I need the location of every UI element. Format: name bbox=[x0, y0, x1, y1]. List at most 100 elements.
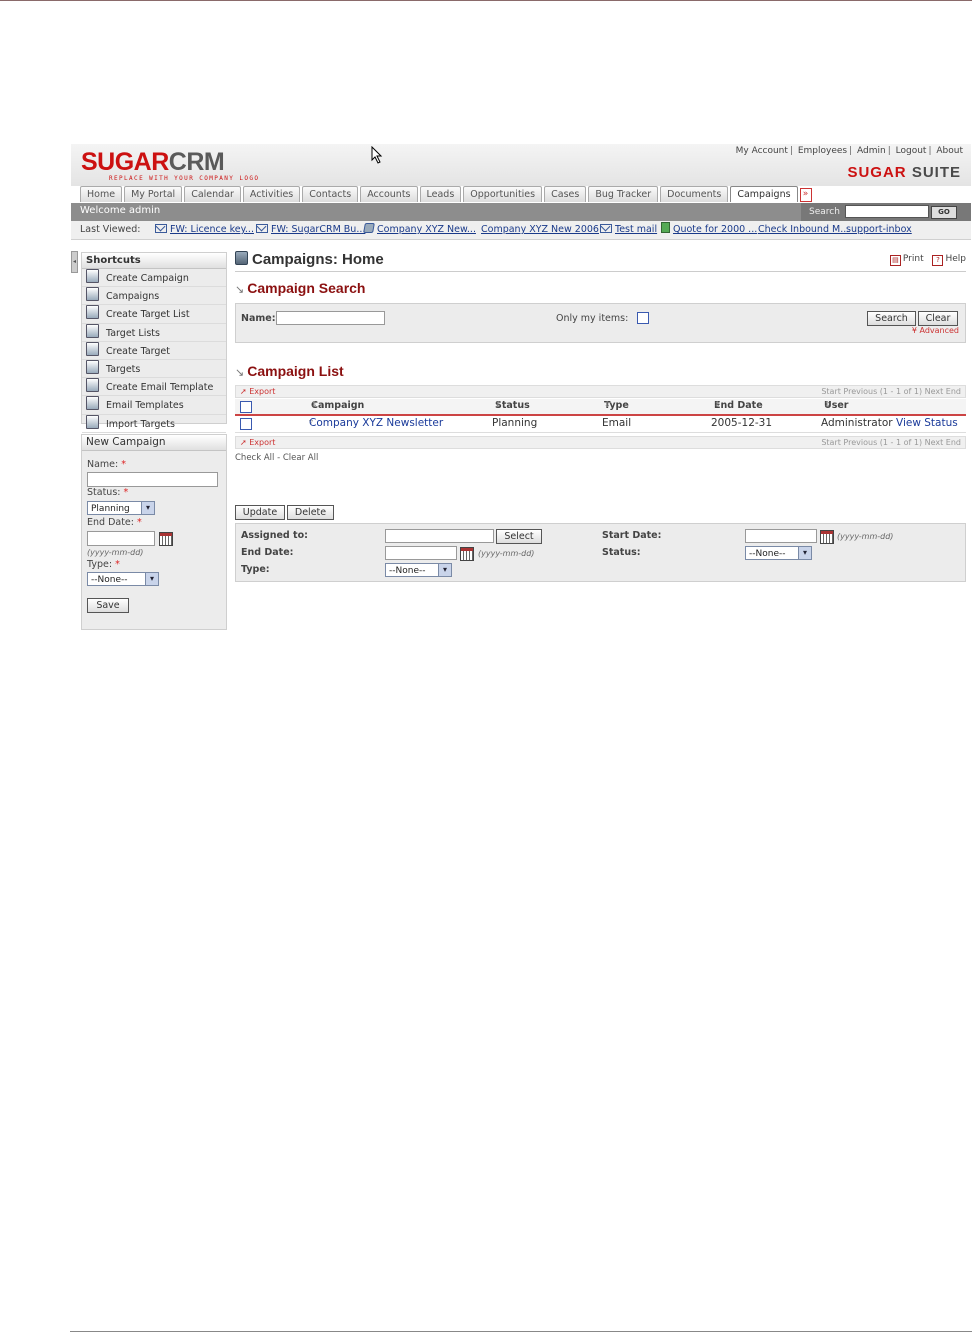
targets-icon bbox=[86, 359, 99, 374]
shortcut-create-target[interactable]: Create Target bbox=[82, 341, 226, 360]
new-campaign-status-select[interactable]: Planning ▾ bbox=[87, 501, 155, 515]
last-viewed-item[interactable]: Company XYZ New 2006 bbox=[481, 221, 599, 239]
assigned-to-input[interactable] bbox=[385, 529, 494, 543]
new-campaign-name-input[interactable] bbox=[87, 472, 218, 487]
save-button[interactable]: Save bbox=[87, 598, 129, 613]
shortcut-create-campaign[interactable]: Create Campaign bbox=[82, 269, 226, 288]
shortcut-email-templates[interactable]: Email Templates bbox=[82, 396, 226, 415]
select-all-checkbox[interactable] bbox=[240, 401, 252, 413]
sort-icon: ⇕ bbox=[824, 400, 831, 409]
sort-icon: ⇕ bbox=[495, 400, 502, 409]
calendar-icon[interactable] bbox=[820, 530, 834, 544]
assigned-to-label: Assigned to: bbox=[241, 530, 308, 541]
tab-my-portal[interactable]: My Portal bbox=[124, 186, 183, 202]
search-button[interactable]: Search bbox=[867, 311, 916, 326]
end-date-input[interactable] bbox=[385, 546, 457, 560]
tab-campaigns[interactable]: Campaigns bbox=[730, 186, 798, 202]
logout-link[interactable]: Logout bbox=[896, 146, 927, 156]
tab-opportunities[interactable]: Opportunities bbox=[463, 186, 543, 202]
last-viewed-item[interactable]: Company XYZ New... bbox=[363, 221, 476, 239]
export-link[interactable]: ➚ Export bbox=[240, 386, 275, 398]
more-tabs-icon[interactable]: » bbox=[799, 188, 812, 202]
delete-button[interactable]: Delete bbox=[287, 505, 334, 520]
employees-link[interactable]: Employees bbox=[798, 146, 847, 156]
export-link[interactable]: ➚ Export bbox=[240, 437, 275, 449]
top-rule bbox=[0, 0, 972, 1]
shortcut-target-lists[interactable]: Target Lists bbox=[82, 323, 226, 342]
row-checkbox[interactable] bbox=[240, 418, 252, 430]
advanced-search-link[interactable]: ¥ Advanced bbox=[912, 326, 959, 335]
tab-bug-tracker[interactable]: Bug Tracker bbox=[588, 186, 659, 202]
name-label: Name: * bbox=[87, 459, 127, 470]
double-chevron-down-icon: ¥ bbox=[911, 326, 917, 335]
search-input[interactable] bbox=[845, 205, 929, 218]
mass-update-panel: Assigned to: Select Start Date: (yyyy-mm… bbox=[235, 523, 966, 582]
shortcut-create-email-template[interactable]: Create Email Template bbox=[82, 378, 226, 397]
last-viewed-item[interactable]: FW: Licence key... bbox=[155, 221, 254, 239]
shortcut-import-targets[interactable]: Import Targets bbox=[82, 414, 226, 433]
tab-leads[interactable]: Leads bbox=[419, 186, 462, 202]
admin-link[interactable]: Admin bbox=[857, 146, 886, 156]
list-toolbar-top: ➚ Export Start Previous (1 - 1 of 1) Nex… bbox=[235, 385, 966, 398]
company-logo: SUGARCRM REPLACE WITH YOUR COMPANY LOGO bbox=[81, 150, 259, 183]
print-link[interactable]: Print bbox=[903, 254, 924, 264]
chevron-down-icon: ▾ bbox=[438, 564, 451, 576]
status-select[interactable]: --None-- ▾ bbox=[745, 546, 812, 560]
campaign-search-title: ↘ Campaign Search bbox=[235, 280, 366, 296]
tab-home[interactable]: Home bbox=[80, 186, 123, 202]
check-all-clear-all-links[interactable]: Check All - Clear All bbox=[235, 453, 318, 463]
new-campaign-end-date-input[interactable] bbox=[87, 531, 155, 546]
envelope-icon bbox=[600, 224, 612, 233]
last-viewed-item[interactable]: Quote for 2000 ... bbox=[661, 221, 757, 239]
type-label: Type: bbox=[241, 564, 270, 575]
shortcut-campaigns[interactable]: Campaigns bbox=[82, 287, 226, 306]
page-title: Campaigns: Home bbox=[235, 251, 384, 268]
campaign-list-title: ↘ Campaign List bbox=[235, 363, 344, 379]
row-end-date: 2005-12-31 bbox=[711, 417, 773, 429]
sort-icon: ⇕ bbox=[311, 400, 318, 409]
mouse-cursor-icon bbox=[371, 146, 383, 164]
row-type: Email bbox=[602, 417, 632, 429]
last-viewed-item[interactable]: support-inbox bbox=[846, 221, 912, 239]
shortcut-create-target-list[interactable]: Create Target List bbox=[82, 305, 226, 324]
last-viewed-item[interactable]: Test mail bbox=[600, 221, 657, 239]
only-my-items-checkbox[interactable] bbox=[637, 312, 649, 324]
title-divider bbox=[235, 271, 966, 272]
view-status-link[interactable]: View Status bbox=[896, 417, 958, 429]
start-date-input[interactable] bbox=[745, 529, 817, 543]
only-my-items-label: Only my items: bbox=[556, 313, 629, 324]
update-button[interactable]: Update bbox=[235, 505, 285, 520]
my-account-link[interactable]: My Account bbox=[736, 146, 788, 156]
help-link[interactable]: Help bbox=[945, 254, 966, 264]
status-label: Status: bbox=[602, 547, 641, 558]
start-date-label: Start Date: bbox=[602, 530, 662, 541]
tab-accounts[interactable]: Accounts bbox=[360, 186, 418, 202]
row-user: Administrator bbox=[821, 417, 893, 429]
campaign-name-search-input[interactable] bbox=[276, 311, 385, 325]
shortcut-targets[interactable]: Targets bbox=[82, 359, 226, 379]
welcome-text: Welcome admin bbox=[80, 205, 161, 216]
about-link[interactable]: About bbox=[936, 146, 963, 156]
go-button[interactable]: GO bbox=[931, 206, 957, 219]
print-icon: ▤ bbox=[889, 255, 901, 266]
email-template-icon bbox=[86, 378, 99, 393]
header: SUGARCRM REPLACE WITH YOUR COMPANY LOGO … bbox=[71, 144, 971, 186]
tab-contacts[interactable]: Contacts bbox=[302, 186, 359, 202]
calendar-icon[interactable] bbox=[460, 547, 474, 561]
collapse-sidebar-handle[interactable]: ◂ bbox=[71, 251, 78, 273]
select-button[interactable]: Select bbox=[496, 529, 542, 544]
module-tabs: Home My Portal Calendar Activities Conta… bbox=[80, 186, 812, 202]
last-viewed-item[interactable]: FW: SugarCRM Bu... bbox=[256, 221, 365, 239]
tab-cases[interactable]: Cases bbox=[544, 186, 587, 202]
tab-activities[interactable]: Activities bbox=[242, 186, 301, 202]
tab-calendar[interactable]: Calendar bbox=[184, 186, 241, 202]
new-campaign-type-select[interactable]: --None-- ▾ bbox=[87, 572, 159, 586]
tab-documents[interactable]: Documents bbox=[660, 186, 729, 202]
type-select[interactable]: --None-- ▾ bbox=[385, 563, 452, 577]
date-format-hint: (yyyy-mm-dd) bbox=[87, 548, 144, 557]
calendar-icon[interactable] bbox=[159, 532, 173, 546]
clear-button[interactable]: Clear bbox=[918, 311, 958, 326]
help-icon: ? bbox=[932, 255, 944, 266]
new-campaign-title: New Campaign bbox=[82, 435, 226, 451]
last-viewed-item[interactable]: Check Inbound M... bbox=[758, 221, 849, 239]
